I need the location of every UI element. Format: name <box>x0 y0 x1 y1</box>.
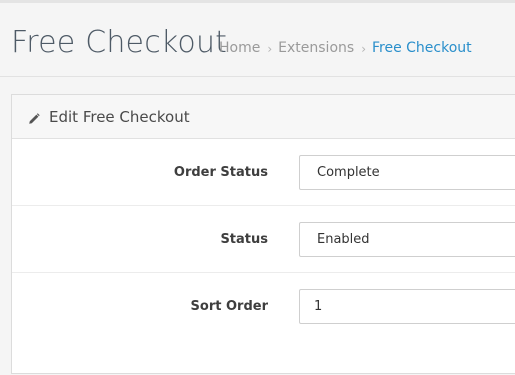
order-status-label: Order Status <box>173 165 268 180</box>
breadcrumb-home-link[interactable]: Home <box>219 39 260 57</box>
pencil-icon <box>28 110 40 124</box>
panel-heading: Edit Free Checkout <box>12 95 515 139</box>
status-value: Enabled <box>317 232 370 247</box>
panel-title: Edit Free Checkout <box>49 107 190 126</box>
sort-order-input[interactable]: 1 <box>299 289 515 324</box>
status-label: Status <box>220 232 268 247</box>
form-group-sort-order: Sort Order 1 <box>12 273 515 340</box>
page: Free Checkout Home › Extensions › Free C… <box>0 0 515 375</box>
form-group-order-status: Order Status Complete <box>12 139 515 206</box>
sort-order-label: Sort Order <box>190 299 268 314</box>
page-title: Free Checkout <box>11 25 228 60</box>
breadcrumb-free-checkout-link[interactable]: Free Checkout <box>372 39 472 57</box>
form-group-status: Status Enabled <box>12 206 515 273</box>
status-select[interactable]: Enabled <box>299 222 515 257</box>
edit-panel: Edit Free Checkout Order Status Complete… <box>11 94 515 374</box>
order-status-select[interactable]: Complete <box>299 155 515 190</box>
sort-order-value: 1 <box>314 299 323 314</box>
breadcrumb-separator-icon: › <box>361 42 366 56</box>
order-status-value: Complete <box>317 165 380 180</box>
breadcrumb-separator-icon: › <box>267 42 273 56</box>
page-header: Free Checkout Home › Extensions › Free C… <box>0 3 515 77</box>
breadcrumb-extensions-link[interactable]: Extensions <box>278 39 354 57</box>
breadcrumb: Home › Extensions › Free Checkout <box>219 39 472 57</box>
